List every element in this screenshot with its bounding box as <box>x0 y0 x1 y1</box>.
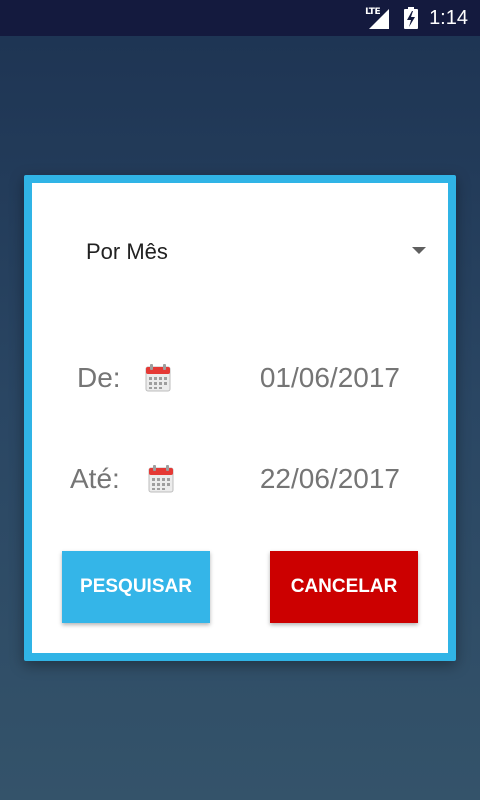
calendar-icon[interactable] <box>148 465 174 493</box>
search-button[interactable]: PESQUISAR <box>62 551 210 623</box>
lte-signal-icon: LTE <box>365 7 391 29</box>
battery-charging-icon <box>404 7 419 29</box>
period-select-value: Por Mês <box>86 239 168 264</box>
network-type-label: LTE <box>365 7 381 17</box>
calendar-icon[interactable] <box>145 364 171 392</box>
to-date-row: Até: 22/06/2017 <box>32 449 448 509</box>
status-icons: LTE 1:14 <box>365 0 468 36</box>
dialog-frame: Por Mês De: 01/06/2017 Até: 22/06/2017 P… <box>24 175 456 661</box>
from-date-label: De: <box>77 362 121 393</box>
to-date-value[interactable]: 22/06/2017 <box>260 463 400 495</box>
period-select[interactable]: Por Mês <box>78 221 426 281</box>
status-bar: LTE 1:14 <box>0 0 480 36</box>
clock: 1:14 <box>429 6 468 29</box>
to-date-label: Até: <box>70 463 120 494</box>
from-date-row: De: 01/06/2017 <box>32 348 448 408</box>
dropdown-arrow-icon <box>412 247 426 254</box>
date-filter-dialog: Por Mês De: 01/06/2017 Até: 22/06/2017 P… <box>32 183 448 653</box>
cancel-button[interactable]: CANCELAR <box>270 551 418 623</box>
from-date-value[interactable]: 01/06/2017 <box>260 362 400 394</box>
